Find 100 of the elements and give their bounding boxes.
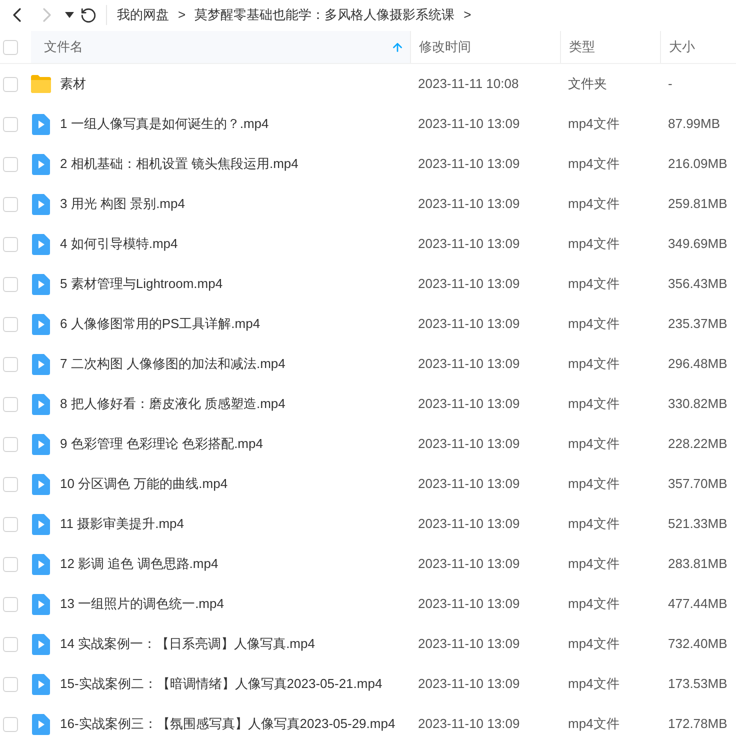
modified-time: 2023-11-10 13:09 bbox=[418, 556, 520, 572]
column-header[interactable]: 类型 bbox=[560, 31, 660, 63]
file-name[interactable]: 2 相机基础：相机设置 镜头焦段运用.mp4 bbox=[60, 154, 298, 174]
file-name[interactable]: 9 色彩管理 色彩理论 色彩搭配.mp4 bbox=[60, 434, 263, 454]
file-size: 477.44MB bbox=[668, 596, 728, 612]
file-size: 87.99MB bbox=[668, 116, 720, 132]
modified-time: 2023-11-10 13:09 bbox=[418, 676, 520, 692]
file-name[interactable]: 16-实战案例三：【氛围感写真】人像写真2023-05-29.mp4 bbox=[60, 714, 396, 734]
video-file-icon bbox=[32, 194, 50, 214]
column-header[interactable]: 修改时间 bbox=[410, 31, 560, 63]
checkbox[interactable] bbox=[3, 196, 18, 212]
checkbox[interactable] bbox=[3, 356, 18, 372]
file-name[interactable]: 10 分区调色 万能的曲线.mp4 bbox=[60, 474, 228, 494]
checkbox[interactable] bbox=[3, 116, 18, 132]
checkbox[interactable] bbox=[3, 436, 18, 452]
breadcrumb-link[interactable]: 莫梦醒零基础也能学：多风格人像摄影系统课 bbox=[194, 5, 455, 25]
file-size: 296.48MB bbox=[668, 356, 728, 372]
file-type: 文件夹 bbox=[568, 76, 607, 92]
checkbox[interactable] bbox=[3, 76, 18, 92]
file-type: mp4文件 bbox=[568, 716, 620, 732]
file-size: 521.33MB bbox=[668, 516, 728, 532]
modified-time: 2023-11-10 13:09 bbox=[418, 636, 520, 652]
checkbox[interactable] bbox=[3, 396, 18, 412]
column-header[interactable]: 大小 bbox=[660, 31, 736, 63]
file-name[interactable]: 13 一组照片的调色统一.mp4 bbox=[60, 594, 224, 614]
modified-time: 2023-11-10 13:09 bbox=[418, 596, 520, 612]
video-file-icon bbox=[32, 314, 50, 334]
checkbox[interactable] bbox=[3, 40, 18, 54]
checkbox[interactable] bbox=[3, 676, 18, 692]
video-file-icon bbox=[32, 274, 50, 294]
file-name[interactable]: 5 素材管理与Lightroom.mp4 bbox=[60, 274, 223, 294]
checkbox[interactable] bbox=[3, 716, 18, 732]
file-name[interactable]: 14 实战案例一：【日系亮调】人像写真.mp4 bbox=[60, 634, 315, 654]
file-size: 357.70MB bbox=[668, 476, 728, 492]
file-name[interactable]: 15-实战案例二：【暗调情绪】人像写真2023-05-21.mp4 bbox=[60, 674, 382, 694]
file-name[interactable]: 12 影调 追色 调色思路.mp4 bbox=[60, 554, 218, 574]
video-file-icon bbox=[32, 354, 50, 374]
file-type: mp4文件 bbox=[568, 116, 620, 132]
file-name[interactable]: 6 人像修图常用的PS工具详解.mp4 bbox=[60, 314, 260, 334]
file-size: 259.81MB bbox=[668, 196, 728, 212]
file-type: mp4文件 bbox=[568, 476, 620, 492]
file-type: mp4文件 bbox=[568, 436, 620, 452]
checkbox[interactable] bbox=[3, 636, 18, 652]
file-name[interactable]: 4 如何引导模特.mp4 bbox=[60, 234, 178, 254]
file-type: mp4文件 bbox=[568, 356, 620, 372]
modified-time: 2023-11-10 13:09 bbox=[418, 236, 520, 252]
file-size: - bbox=[668, 76, 672, 92]
column-header[interactable]: 文件名 bbox=[31, 31, 410, 63]
modified-time: 2023-11-10 13:09 bbox=[418, 356, 520, 372]
file-type: mp4文件 bbox=[568, 156, 620, 172]
video-file-icon bbox=[32, 714, 50, 734]
file-type: mp4文件 bbox=[568, 236, 620, 252]
breadcrumb-link[interactable]: 我的网盘 bbox=[117, 5, 169, 25]
file-type: mp4文件 bbox=[568, 556, 620, 572]
modified-time: 2023-11-10 13:09 bbox=[418, 156, 520, 172]
checkbox[interactable] bbox=[3, 516, 18, 532]
modified-time: 2023-11-10 13:09 bbox=[418, 516, 520, 532]
file-name[interactable]: 7 二次构图 人像修图的加法和减法.mp4 bbox=[60, 354, 286, 374]
file-name[interactable]: 3 用光 构图 景别.mp4 bbox=[60, 194, 185, 214]
file-size: 172.78MB bbox=[668, 716, 728, 732]
video-file-icon bbox=[32, 674, 50, 694]
file-name[interactable]: 1 一组人像写真是如何诞生的？.mp4 bbox=[60, 114, 269, 134]
checkbox[interactable] bbox=[3, 156, 18, 172]
modified-time: 2023-11-10 13:09 bbox=[418, 396, 520, 412]
file-size: 216.09MB bbox=[668, 156, 728, 172]
file-name[interactable]: 素材 bbox=[60, 74, 86, 94]
sort-ascending-icon bbox=[391, 40, 404, 54]
checkbox[interactable] bbox=[3, 556, 18, 572]
video-file-icon bbox=[32, 514, 50, 534]
checkbox[interactable] bbox=[3, 236, 18, 252]
video-file-icon bbox=[32, 634, 50, 654]
file-type: mp4文件 bbox=[568, 196, 620, 212]
file-type: mp4文件 bbox=[568, 276, 620, 292]
file-type: mp4文件 bbox=[568, 676, 620, 692]
modified-time: 2023-11-10 13:09 bbox=[418, 276, 520, 292]
modified-time: 2023-11-10 13:09 bbox=[418, 316, 520, 332]
file-name[interactable]: 8 把人修好看：磨皮液化 质感塑造.mp4 bbox=[60, 394, 286, 414]
breadcrumb-separator: > bbox=[464, 6, 472, 24]
checkbox[interactable] bbox=[3, 476, 18, 492]
video-file-icon bbox=[32, 474, 50, 494]
file-size: 235.37MB bbox=[668, 316, 728, 332]
breadcrumb-separator: > bbox=[178, 6, 186, 24]
file-name[interactable]: 11 摄影审美提升.mp4 bbox=[60, 514, 184, 534]
modified-time: 2023-11-10 13:09 bbox=[418, 116, 520, 132]
video-file-icon bbox=[32, 154, 50, 174]
checkbox[interactable] bbox=[3, 596, 18, 612]
file-type: mp4文件 bbox=[568, 516, 620, 532]
file-size: 732.40MB bbox=[668, 636, 728, 652]
file-type: mp4文件 bbox=[568, 636, 620, 652]
checkbox[interactable] bbox=[3, 276, 18, 292]
file-type: mp4文件 bbox=[568, 316, 620, 332]
checkbox[interactable] bbox=[3, 316, 18, 332]
file-size: 228.22MB bbox=[668, 436, 728, 452]
modified-time: 2023-11-10 13:09 bbox=[418, 716, 520, 732]
video-file-icon bbox=[32, 554, 50, 574]
file-size: 330.82MB bbox=[668, 396, 728, 412]
file-type: mp4文件 bbox=[568, 396, 620, 412]
video-file-icon bbox=[32, 394, 50, 414]
file-size: 356.43MB bbox=[668, 276, 728, 292]
video-file-icon bbox=[32, 114, 50, 134]
